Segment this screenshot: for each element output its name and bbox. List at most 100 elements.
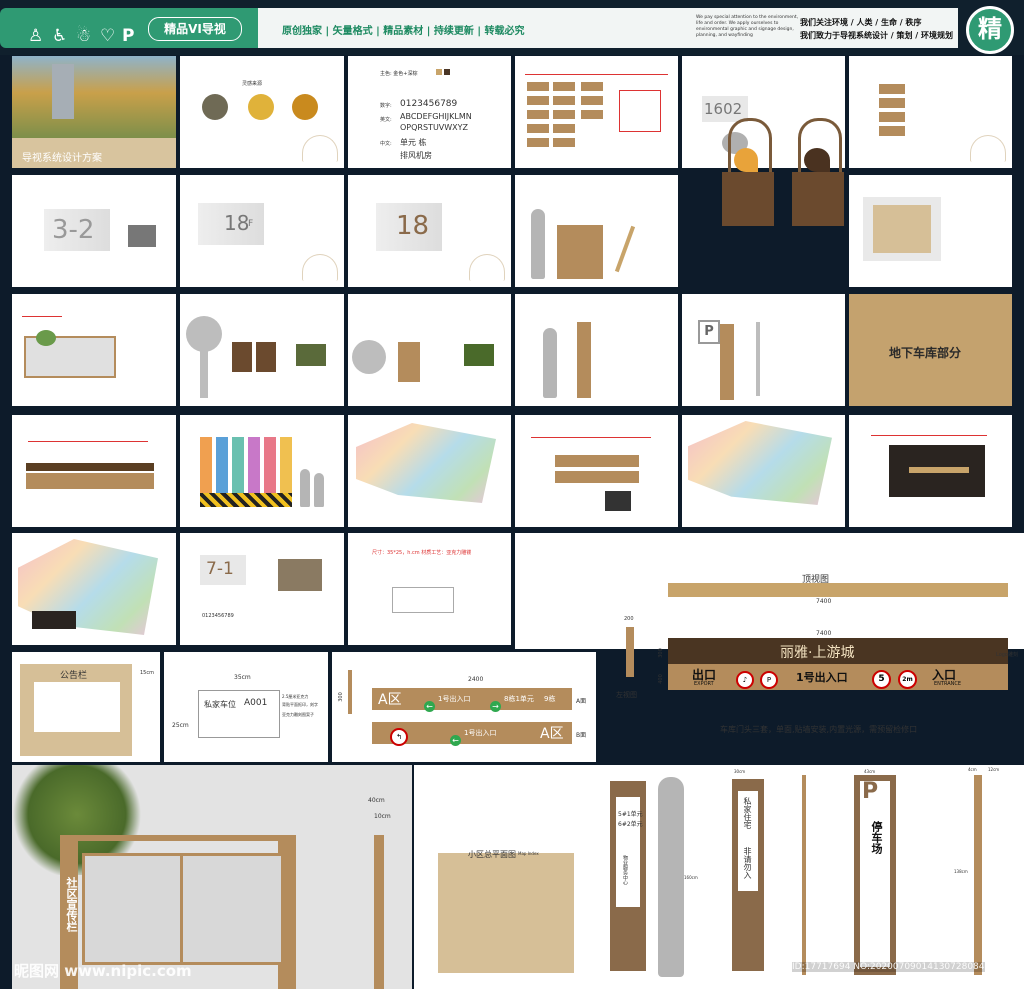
human-silhouette bbox=[658, 777, 684, 977]
family-icon: ☃ bbox=[76, 26, 92, 46]
font-letters-2: OPQRSTUVWXYZ bbox=[400, 123, 469, 132]
thumb-garage-section[interactable]: 地下车库部分 bbox=[849, 294, 1012, 406]
ginkgo-leaf-icon bbox=[970, 135, 1006, 162]
hanging-plate bbox=[555, 471, 639, 483]
sign-chip bbox=[581, 82, 603, 91]
speed-limit-icon: 5 bbox=[872, 666, 891, 689]
thumb-notice-board[interactable] bbox=[849, 175, 1012, 287]
thumb-parking-plate[interactable]: 尺寸：35*25，h.cm 材质工艺：亚克力雕镂 bbox=[348, 533, 511, 645]
thumb-garage-map-3[interactable] bbox=[12, 533, 176, 645]
sign-chip bbox=[527, 110, 549, 119]
hanging-entrance: 1号出入口 bbox=[438, 695, 471, 703]
thumb-garage-door[interactable] bbox=[12, 415, 176, 527]
thumb-zone-pillars[interactable] bbox=[180, 415, 344, 527]
garage-section-title: 地下车库部分 bbox=[889, 346, 962, 360]
banner-cn-line-1: 我们关注环境 / 人类 / 生命 / 秩序 bbox=[800, 18, 922, 27]
thumb-hanging-sign[interactable] bbox=[515, 415, 678, 527]
photo-swatch bbox=[464, 344, 494, 366]
parking-sign-drawing[interactable]: 35cm 私家车位 A001 25cm 2.5厘米亚克力 背贴平面抠印，刻字 亚… bbox=[164, 652, 328, 762]
sign-chip bbox=[553, 110, 575, 119]
sign-chip bbox=[527, 96, 549, 105]
hazard-stripe bbox=[200, 493, 292, 507]
parking-text: 停车场 bbox=[870, 821, 883, 854]
birdcage-sign-1 bbox=[722, 118, 774, 228]
door-note: 车库门头三套，单面,贴墙安装,内置光源，需预留检修口 bbox=[720, 725, 918, 734]
dim-138: 138cm bbox=[954, 869, 968, 874]
height-160: 160cm bbox=[684, 875, 698, 880]
thumb-tree-sign-2[interactable] bbox=[348, 294, 511, 406]
floor-number-a: 3-2 bbox=[52, 215, 95, 245]
billboard-top bbox=[72, 835, 286, 841]
brand-logo: 精 bbox=[966, 6, 1014, 54]
hanging-dim: 2400 bbox=[468, 676, 484, 683]
sign-chip bbox=[527, 138, 549, 147]
billboard-text: 社区宣传栏 bbox=[65, 877, 78, 932]
parking-label: 私家车位 bbox=[204, 700, 236, 709]
thumb-floor-18f[interactable]: 18 F bbox=[180, 175, 344, 287]
thumb-billboard[interactable] bbox=[12, 294, 176, 406]
cage-mini bbox=[256, 342, 276, 372]
parking-note-1: 2.5厘米亚克力 bbox=[282, 694, 309, 699]
left-view-label: 左视图 bbox=[616, 691, 637, 699]
hanging-zone-a: A区 bbox=[378, 692, 402, 708]
photo-swatch bbox=[278, 559, 322, 591]
dir-plate bbox=[879, 84, 905, 94]
unit-phone: 0123456789 bbox=[202, 613, 234, 619]
thumb-parking-pillar[interactable]: P bbox=[682, 294, 845, 406]
thumb-elevator-board[interactable] bbox=[849, 415, 1012, 527]
thumb-inspiration[interactable]: 灵感来源 bbox=[180, 56, 344, 168]
photo-swatch bbox=[296, 344, 326, 366]
wheelchair-icon: ♿ bbox=[52, 26, 68, 46]
pole-1-line-2: 6#2单元 bbox=[618, 821, 643, 828]
no-parking-icon: P bbox=[760, 667, 778, 689]
sign-board bbox=[557, 225, 603, 279]
red-line bbox=[871, 435, 987, 436]
floor-number-c: 18 bbox=[396, 211, 430, 241]
dim-4: 4cm bbox=[968, 767, 977, 772]
thumb-sign-list[interactable] bbox=[515, 56, 678, 168]
thumb-entrance-sign[interactable] bbox=[515, 175, 678, 287]
hanging-side-dim: 300 bbox=[337, 692, 344, 702]
map-subtitle: Map Index bbox=[518, 851, 539, 856]
sign-system-drawings: 小区总平面图 Map Index 5#1单元 6#2单元 物业服务中心 160c… bbox=[414, 765, 1024, 989]
thumb-tree-sign[interactable] bbox=[180, 294, 344, 406]
hanging-plate bbox=[555, 455, 639, 467]
thumb-floor-3-2[interactable]: 3-2 bbox=[12, 175, 176, 287]
font-letters-1: ABCDEFGHIJKLMN bbox=[400, 112, 472, 121]
thumb-pillar-sign[interactable] bbox=[515, 294, 678, 406]
parking-note-3: 亚克力雕刻图案子 bbox=[282, 712, 314, 717]
sign-detail-box bbox=[619, 90, 661, 132]
dim-200: 200 bbox=[624, 616, 634, 622]
thumb-fonts[interactable]: 主色: 金色+深棕 数字: 0123456789 英文: ABCDEFGHIJK… bbox=[348, 56, 511, 168]
thumb-garage-map-1[interactable] bbox=[348, 415, 511, 527]
thumb-garage-map-2[interactable] bbox=[682, 415, 845, 527]
banner-tags: 原创独家 | 矢量格式 | 精品素材 | 持续更新 | 转载必究 bbox=[282, 26, 525, 37]
inspiration-title: 灵感来源 bbox=[242, 81, 263, 87]
font-label-cn: 中文: bbox=[380, 141, 392, 147]
red-line bbox=[28, 441, 148, 442]
bird-icon bbox=[804, 148, 830, 172]
dim-12: 12cm bbox=[988, 767, 1000, 772]
inspiration-photo-2 bbox=[248, 94, 274, 120]
thumb-unit-plate[interactable]: 7-1 0123456789 bbox=[180, 533, 344, 645]
notice-size: 15cm bbox=[140, 670, 154, 676]
door-entrance-num: 1号出入口 bbox=[796, 671, 848, 684]
notice-board-drawing[interactable]: 公告栏 15cm bbox=[12, 652, 160, 762]
door-plate bbox=[26, 473, 154, 489]
billboard-glass bbox=[82, 853, 284, 965]
color-swatch-brown bbox=[444, 69, 450, 75]
dir-plate bbox=[879, 112, 905, 122]
board-panel bbox=[873, 205, 931, 253]
thumb-floor-18[interactable]: 18 bbox=[348, 175, 511, 287]
thumb-directory[interactable] bbox=[849, 56, 1012, 168]
thumb-cover[interactable]: 导视系统设计方案 bbox=[12, 56, 176, 168]
parking-plate-mini bbox=[392, 587, 454, 613]
left-view-bar bbox=[626, 627, 634, 677]
inspiration-photo-1 bbox=[202, 94, 228, 120]
hanging-sign-drawing[interactable]: 2400 300 A区 ← 1号出入口 → 8栋1单元 9栋 A面 ↰ ← 1号… bbox=[332, 652, 596, 762]
dim-40: 40cm bbox=[368, 797, 385, 804]
arrow-right-icon: → bbox=[490, 694, 501, 713]
side-post bbox=[374, 835, 384, 989]
heart-icon: ♡ bbox=[100, 26, 116, 46]
map-board bbox=[438, 853, 574, 973]
